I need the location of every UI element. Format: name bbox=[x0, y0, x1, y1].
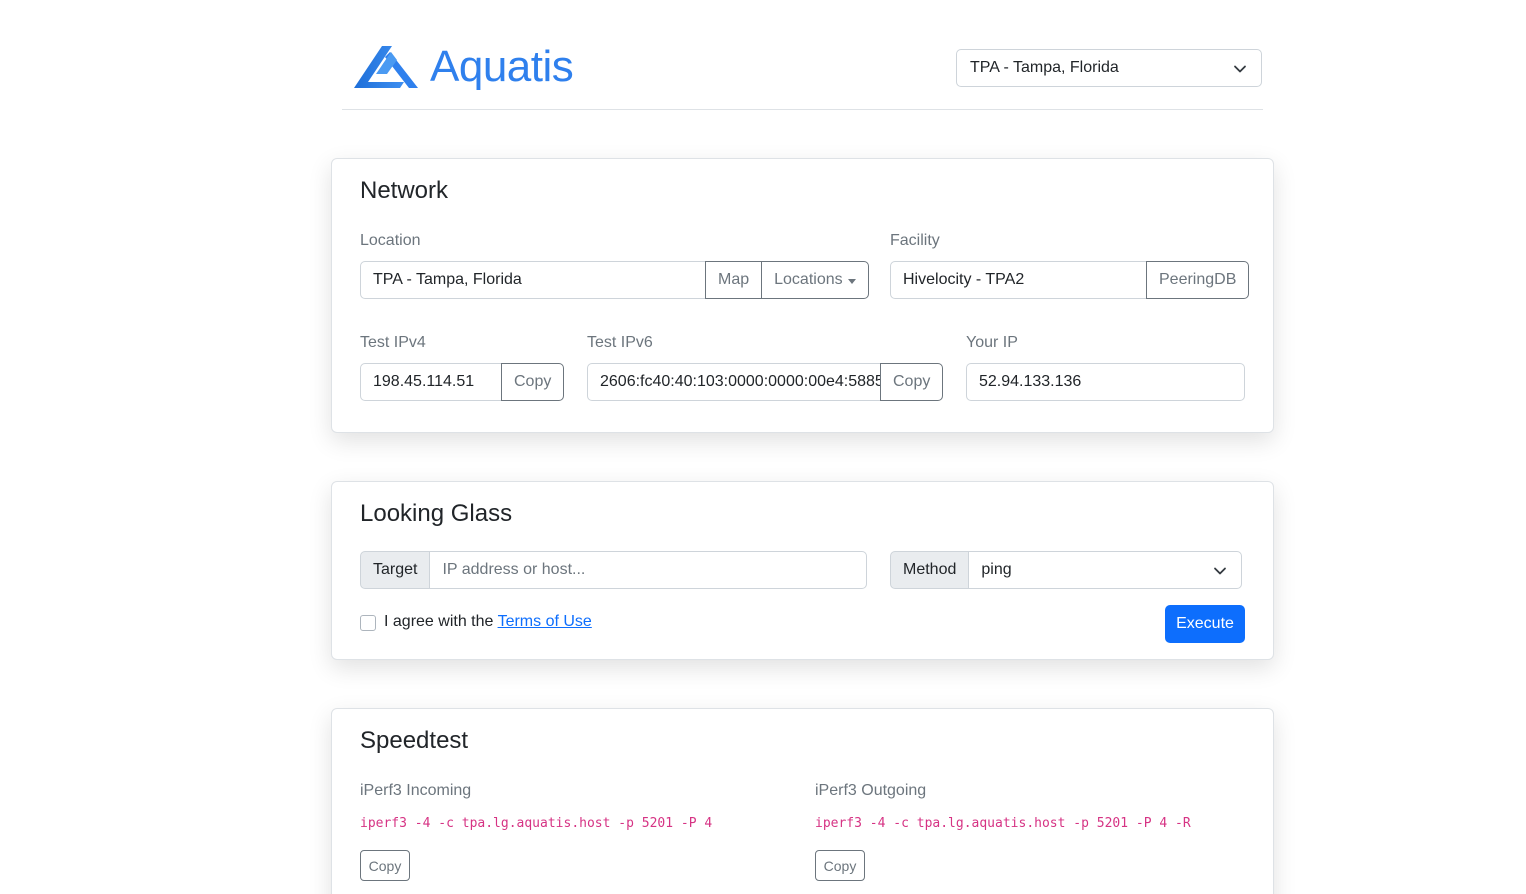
page-header: Aquatis TPA - Tampa, Florida bbox=[342, 28, 1263, 110]
locations-dropdown-button[interactable]: Locations bbox=[761, 261, 869, 299]
chevron-down-icon bbox=[1234, 65, 1246, 73]
network-title: Network bbox=[360, 177, 449, 204]
ipv6-field[interactable]: 2606:fc40:40:103:0000:0000:00e4:5885 bbox=[587, 363, 881, 401]
location-group: TPA - Tampa, Florida Map Locations bbox=[360, 261, 869, 299]
peeringdb-button[interactable]: PeeringDB bbox=[1146, 261, 1250, 299]
chevron-down-icon bbox=[1214, 567, 1227, 575]
location-label: Location bbox=[360, 232, 421, 249]
facility-group: Hivelocity - TPA2 PeeringDB bbox=[890, 261, 1250, 299]
terms-of-use-link[interactable]: Terms of Use bbox=[498, 613, 592, 630]
ipv4-field[interactable]: 198.45.114.51 bbox=[360, 363, 502, 401]
target-group: Target IP address or host... bbox=[360, 551, 868, 589]
iperf-outgoing-command: iperf3 -4 -c tpa.lg.aquatis.host -p 5201… bbox=[815, 816, 1191, 831]
ipv4-group: 198.45.114.51 Copy bbox=[360, 363, 565, 401]
copy-incoming-button[interactable]: Copy bbox=[360, 850, 410, 881]
aquatis-logo-icon bbox=[354, 46, 418, 88]
locations-button-label: Locations bbox=[774, 271, 843, 288]
ipv4-label: Test IPv4 bbox=[360, 334, 426, 351]
speedtest-card: Speedtest iPerf3 Incoming iperf3 -4 -c t… bbox=[331, 708, 1274, 894]
network-card: Network Location TPA - Tampa, Florida Ma… bbox=[331, 158, 1274, 433]
your-ip-field[interactable]: 52.94.133.136 bbox=[966, 363, 1245, 401]
looking-glass-title: Looking Glass bbox=[360, 500, 513, 527]
copy-ipv4-button[interactable]: Copy bbox=[501, 363, 565, 401]
target-label: Target bbox=[360, 551, 431, 589]
ipv6-group: 2606:fc40:40:103:0000:0000:00e4:5885 Cop… bbox=[587, 363, 944, 401]
agree-text: I agree with the bbox=[384, 613, 498, 630]
map-button[interactable]: Map bbox=[705, 261, 763, 299]
method-group: Method ping bbox=[890, 551, 1243, 589]
iperf-outgoing-label: iPerf3 Outgoing bbox=[815, 782, 927, 799]
method-label: Method bbox=[890, 551, 970, 589]
terms-agreement: I agree with the Terms of Use bbox=[384, 613, 592, 631]
target-input[interactable]: IP address or host... bbox=[429, 551, 868, 589]
ipv6-label: Test IPv6 bbox=[587, 334, 653, 351]
location-select-value: TPA - Tampa, Florida bbox=[970, 59, 1119, 76]
facility-label: Facility bbox=[890, 232, 940, 249]
facility-field[interactable]: Hivelocity - TPA2 bbox=[890, 261, 1147, 299]
logo-text: Aquatis bbox=[430, 42, 574, 91]
method-select-value: ping bbox=[981, 561, 1012, 578]
your-ip-label: Your IP bbox=[966, 334, 1018, 351]
execute-button[interactable]: Execute bbox=[1165, 605, 1245, 643]
terms-checkbox[interactable] bbox=[360, 615, 376, 631]
iperf-incoming-command: iperf3 -4 -c tpa.lg.aquatis.host -p 5201… bbox=[360, 816, 713, 831]
copy-ipv6-button[interactable]: Copy bbox=[880, 363, 944, 401]
caret-down-icon bbox=[847, 278, 856, 284]
logo[interactable]: Aquatis bbox=[354, 42, 574, 91]
speedtest-title: Speedtest bbox=[360, 727, 469, 754]
copy-outgoing-button[interactable]: Copy bbox=[815, 850, 865, 881]
location-field[interactable]: TPA - Tampa, Florida bbox=[360, 261, 706, 299]
location-select[interactable]: TPA - Tampa, Florida bbox=[956, 49, 1262, 87]
method-select[interactable]: ping bbox=[968, 551, 1243, 589]
iperf-incoming-label: iPerf3 Incoming bbox=[360, 782, 472, 799]
looking-glass-card: Looking Glass Target IP address or host.… bbox=[331, 481, 1274, 660]
